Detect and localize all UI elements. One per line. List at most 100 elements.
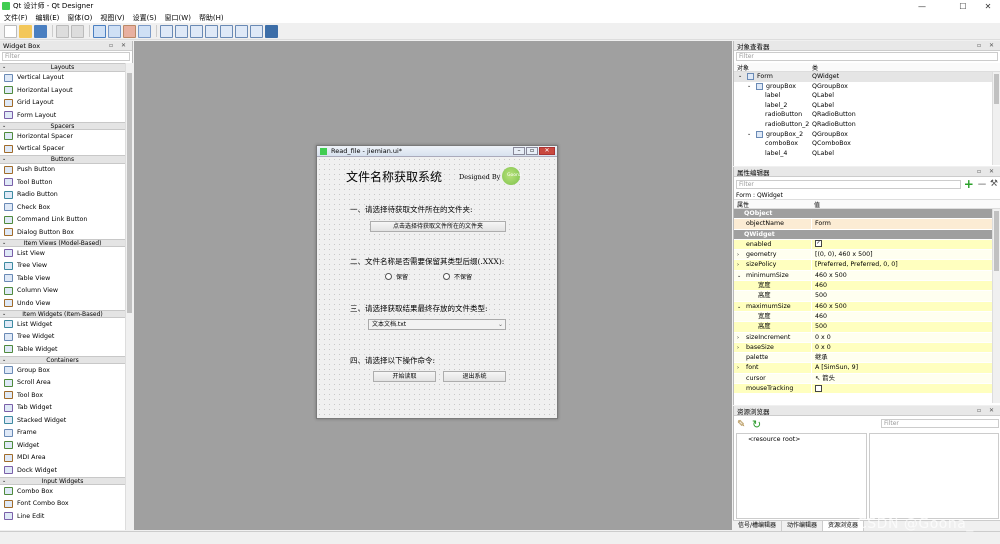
widget-item[interactable]: Horizontal Layout bbox=[0, 84, 125, 97]
widget-item[interactable]: Undo View bbox=[0, 297, 125, 310]
widget-item[interactable]: Tool Button bbox=[0, 176, 125, 189]
property-value[interactable]: 0 x 0 bbox=[813, 343, 831, 353]
widget-item[interactable]: Group Box bbox=[0, 364, 125, 377]
widget-box-filter-input[interactable]: Filter bbox=[2, 52, 130, 61]
open-folder-icon[interactable] bbox=[19, 24, 32, 38]
property-row[interactable]: 宽度 460 bbox=[734, 281, 1000, 292]
adjust-size-icon[interactable] bbox=[265, 24, 278, 38]
property-row[interactable]: palette 继承 bbox=[734, 353, 1000, 364]
scrollbar-thumb[interactable] bbox=[994, 74, 999, 104]
add-dynamic-property-icon[interactable]: + bbox=[964, 177, 974, 191]
object-inspector-scrollbar[interactable] bbox=[992, 72, 1000, 165]
object-tree-row[interactable]: label_2 QLabel bbox=[734, 101, 1000, 111]
layout-vertical-icon[interactable] bbox=[175, 24, 188, 38]
chevron-down-icon[interactable]: ⌄ bbox=[2, 156, 6, 163]
layout-v-splitter-icon[interactable] bbox=[205, 24, 218, 38]
radio-keep-indicator[interactable] bbox=[385, 273, 392, 280]
resource-root-item[interactable]: <resource root> bbox=[737, 434, 866, 443]
column-property-header[interactable]: 属性 bbox=[734, 200, 814, 209]
property-row[interactable]: objectName Form bbox=[734, 219, 1000, 230]
form-minimize-button[interactable]: – bbox=[513, 147, 525, 155]
dock-float-close-icon[interactable]: ▫ ✕ bbox=[977, 42, 997, 49]
property-value[interactable]: 0 x 0 bbox=[813, 333, 831, 343]
file-type-combo[interactable]: 文本文档.txt ⌄ bbox=[368, 319, 506, 330]
property-value[interactable]: 460 x 500 bbox=[813, 271, 847, 281]
widget-item[interactable]: Column View bbox=[0, 285, 125, 298]
property-row[interactable]: › sizePolicy [Preferred, Preferred, 0, 0] bbox=[734, 260, 1000, 271]
radio-keep[interactable]: 保留 bbox=[385, 272, 408, 281]
property-row[interactable]: 高度 500 bbox=[734, 291, 1000, 302]
paste-icon[interactable] bbox=[71, 24, 84, 38]
property-row[interactable]: ⌄ maximumSize 460 x 500 bbox=[734, 301, 1000, 312]
property-checkbox[interactable] bbox=[815, 384, 822, 392]
form-window[interactable]: Read_file - jiemian.ui* – ▫ ✕ 文件名称获取系统 D… bbox=[316, 145, 558, 419]
chevron-down-icon[interactable]: ⌄ bbox=[2, 240, 6, 247]
widget-item[interactable]: Scroll Area bbox=[0, 377, 125, 390]
property-row[interactable]: 高度 500 bbox=[734, 322, 1000, 333]
property-row[interactable]: cursor ↖ 箭头 bbox=[734, 373, 1000, 385]
chevron-down-icon[interactable]: ⌄ bbox=[2, 357, 6, 364]
edit-resources-icon[interactable]: ✎ bbox=[737, 419, 745, 430]
column-value-header[interactable]: 值 bbox=[814, 200, 820, 209]
object-tree-row[interactable]: ⌄ Form QWidget bbox=[734, 72, 1000, 82]
dock-float-close-icon[interactable]: ▫ ✕ bbox=[109, 42, 129, 49]
object-tree-row[interactable]: label_4 QLabel bbox=[734, 149, 1000, 159]
expand-arrow-icon[interactable]: ⌄ bbox=[747, 82, 753, 92]
layout-h-splitter-icon[interactable] bbox=[190, 24, 203, 38]
form-titlebar[interactable]: Read_file - jiemian.ui* – ▫ ✕ bbox=[317, 146, 557, 157]
layout-form-icon[interactable] bbox=[235, 24, 248, 38]
edit-signals-slots-icon[interactable] bbox=[108, 24, 121, 38]
property-row[interactable]: › baseSize 0 x 0 bbox=[734, 342, 1000, 354]
property-value[interactable] bbox=[813, 384, 822, 394]
property-value[interactable]: [(0, 0), 460 x 500] bbox=[813, 250, 873, 260]
widget-item[interactable]: Tool Box bbox=[0, 389, 125, 402]
widget-item[interactable]: Vertical Layout bbox=[0, 72, 125, 85]
widget-item[interactable]: Stacked Widget bbox=[0, 414, 125, 427]
scrollbar-thumb[interactable] bbox=[127, 73, 132, 313]
widget-item[interactable]: Dock Widget bbox=[0, 464, 125, 477]
widget-item[interactable]: Check Box bbox=[0, 201, 125, 214]
object-tree-row[interactable]: radioButton QRadioButton bbox=[734, 110, 1000, 120]
widget-category-header[interactable]: ⌄ Spacers bbox=[0, 121, 125, 130]
property-value[interactable]: [Preferred, Preferred, 0, 0] bbox=[813, 260, 898, 270]
reload-icon[interactable]: ↻ bbox=[752, 418, 761, 431]
widget-category-header[interactable]: ⌄ Item Views (Model-Based) bbox=[0, 238, 125, 247]
column-object-header[interactable]: 对象 bbox=[734, 63, 812, 72]
widget-item[interactable]: Dialog Button Box bbox=[0, 226, 125, 239]
widget-item[interactable]: Tab Widget bbox=[0, 402, 125, 415]
widget-category-header[interactable]: ⌄ Item Widgets (Item-Based) bbox=[0, 309, 125, 318]
break-layout-icon[interactable] bbox=[250, 24, 263, 38]
menu-view[interactable]: 视图(V) bbox=[96, 13, 128, 23]
widget-item[interactable]: Tree Widget bbox=[0, 331, 125, 344]
object-tree-row[interactable]: label QLabel bbox=[734, 91, 1000, 101]
expand-arrow-icon[interactable]: ⌄ bbox=[747, 130, 753, 140]
property-value[interactable] bbox=[813, 209, 815, 219]
widget-item[interactable]: Combo Box bbox=[0, 485, 125, 498]
widget-item[interactable]: List View bbox=[0, 247, 125, 260]
property-row[interactable]: › font A [SimSun, 9] bbox=[734, 363, 1000, 374]
property-value[interactable]: Form bbox=[813, 219, 831, 229]
widget-category-header[interactable]: ⌄ Layouts bbox=[0, 63, 125, 72]
widget-item[interactable]: Push Button bbox=[0, 164, 125, 177]
tab-action-editor[interactable]: 动作编辑器 bbox=[782, 521, 824, 531]
copy-icon[interactable] bbox=[56, 24, 69, 38]
property-filter-input[interactable]: Filter bbox=[736, 179, 961, 189]
widget-item[interactable]: List Widget bbox=[0, 318, 125, 331]
property-value[interactable] bbox=[813, 230, 815, 240]
layout-grid-icon[interactable] bbox=[220, 24, 233, 38]
radio-discard[interactable]: 不保留 bbox=[443, 272, 472, 281]
chevron-down-icon[interactable]: ⌄ bbox=[2, 123, 6, 130]
property-value[interactable]: 460 x 500 bbox=[813, 302, 847, 312]
property-value[interactable]: ↖ 箭头 bbox=[813, 374, 835, 384]
property-value[interactable]: A [SimSun, 9] bbox=[813, 363, 858, 373]
widget-category-header[interactable]: ⌄ Containers bbox=[0, 355, 125, 364]
property-editor-scrollbar[interactable] bbox=[992, 209, 1000, 403]
property-value[interactable]: 460 bbox=[813, 312, 827, 322]
widget-item[interactable]: Form Layout bbox=[0, 109, 125, 122]
property-value[interactable]: 500 bbox=[813, 322, 827, 332]
menu-settings[interactable]: 设置(S) bbox=[129, 13, 161, 23]
edit-widgets-icon[interactable] bbox=[93, 24, 106, 38]
property-value[interactable]: ✓ bbox=[813, 240, 822, 250]
remove-dynamic-property-icon[interactable]: − bbox=[977, 177, 987, 191]
chevron-down-icon[interactable]: ⌄ bbox=[2, 311, 6, 318]
